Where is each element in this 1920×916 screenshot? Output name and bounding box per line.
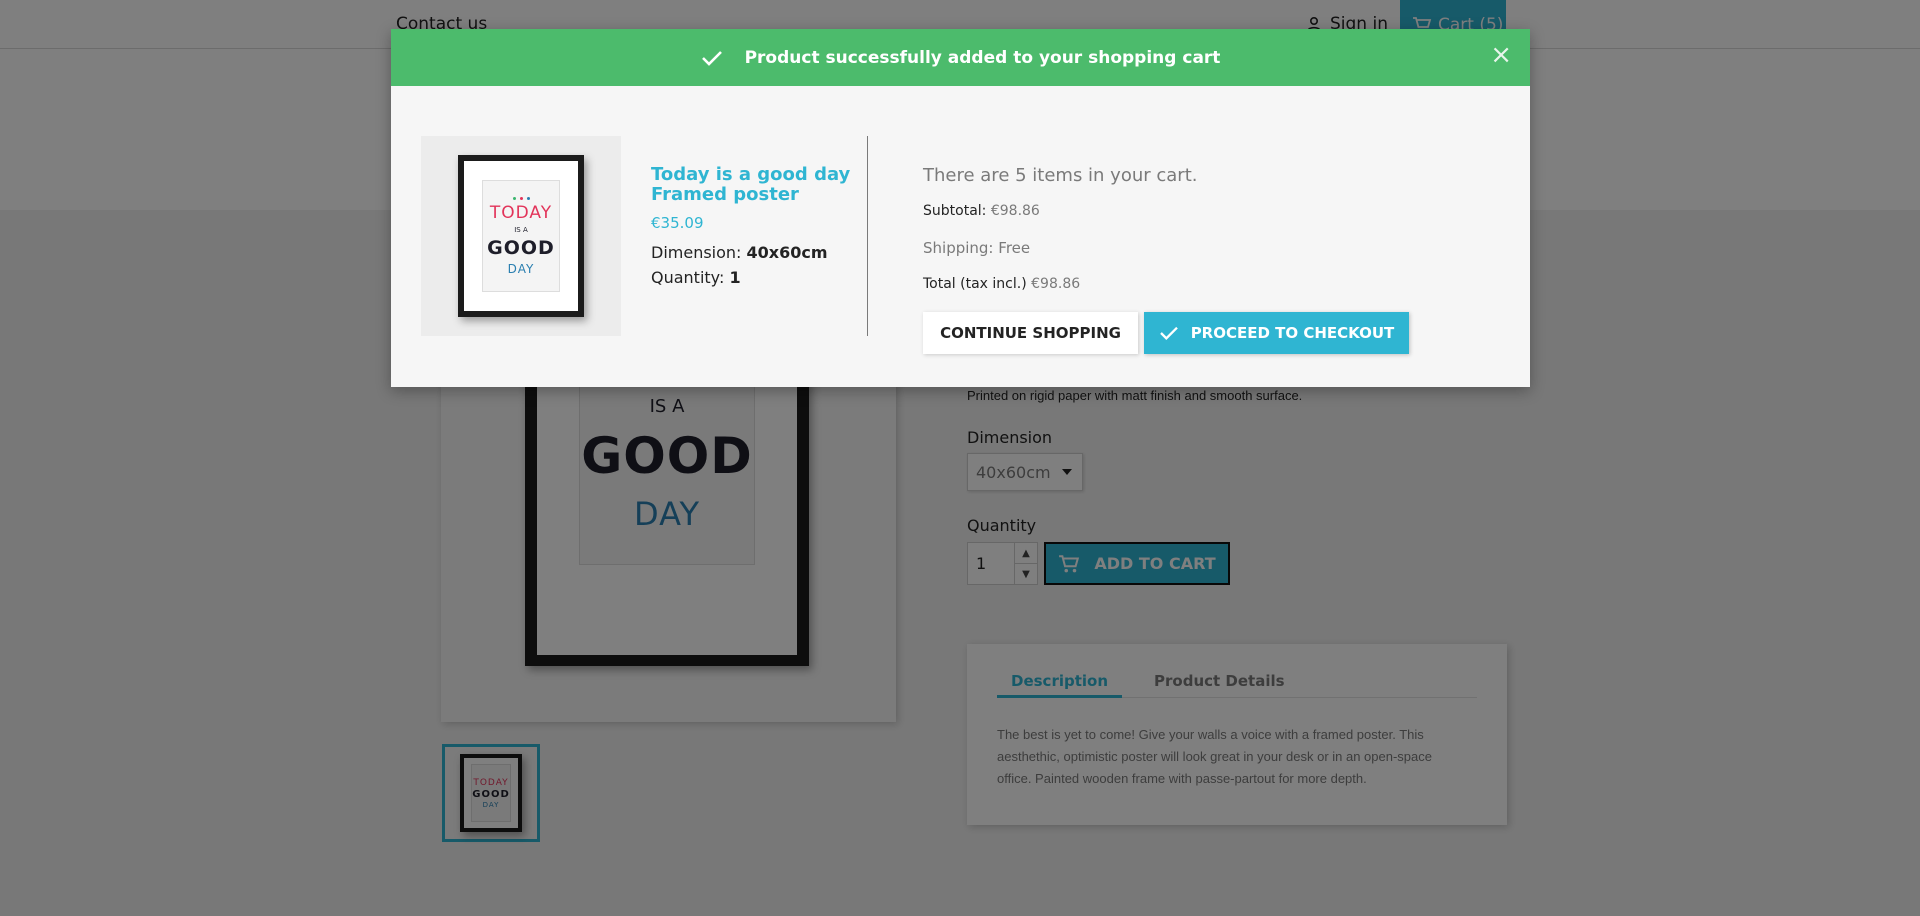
modal-dimension: Dimension: 40x60cm xyxy=(651,243,828,262)
check-icon xyxy=(1159,326,1178,340)
close-icon[interactable]: × xyxy=(1490,41,1512,69)
shipping-value: Free xyxy=(998,239,1031,257)
modal-quantity-label: Quantity: xyxy=(651,268,725,287)
total-label: Total (tax incl.) xyxy=(923,276,1027,292)
shipping-label: Shipping: xyxy=(923,239,994,257)
add-to-cart-modal: Product successfully added to your shopp… xyxy=(391,29,1530,387)
modal-product-name: Today is a good day Framed poster xyxy=(651,164,851,205)
total-value: €98.86 xyxy=(1031,276,1081,292)
modal-quantity: Quantity: 1 xyxy=(651,268,741,287)
modal-dimension-value: 40x60cm xyxy=(746,243,828,262)
subtotal-value: €98.86 xyxy=(990,203,1040,219)
modal-dimension-label: Dimension: xyxy=(651,243,742,262)
cart-count-text: There are 5 items in your cart. xyxy=(923,165,1198,186)
continue-shopping-button[interactable]: CONTINUE SHOPPING xyxy=(923,312,1138,354)
subtotal-line: Subtotal: €98.86 xyxy=(923,203,1040,219)
proceed-to-checkout-button[interactable]: PROCEED TO CHECKOUT xyxy=(1144,312,1409,354)
modal-product-image: TODAY IS A GOOD DAY xyxy=(421,136,621,336)
proceed-to-checkout-label: PROCEED TO CHECKOUT xyxy=(1190,324,1395,342)
modal-product-price: €35.09 xyxy=(651,214,704,232)
shipping-line: Shipping: Free xyxy=(923,239,1030,257)
modal-body: TODAY IS A GOOD DAY Today is a good day … xyxy=(391,86,1530,387)
modal-title: Product successfully added to your shopp… xyxy=(744,47,1221,68)
modal-divider xyxy=(867,136,868,336)
modal-header: Product successfully added to your shopp… xyxy=(391,29,1530,86)
subtotal-label: Subtotal: xyxy=(923,203,987,219)
check-icon xyxy=(701,50,722,66)
modal-quantity-value: 1 xyxy=(729,268,741,287)
total-line: Total (tax incl.) €98.86 xyxy=(923,276,1080,292)
